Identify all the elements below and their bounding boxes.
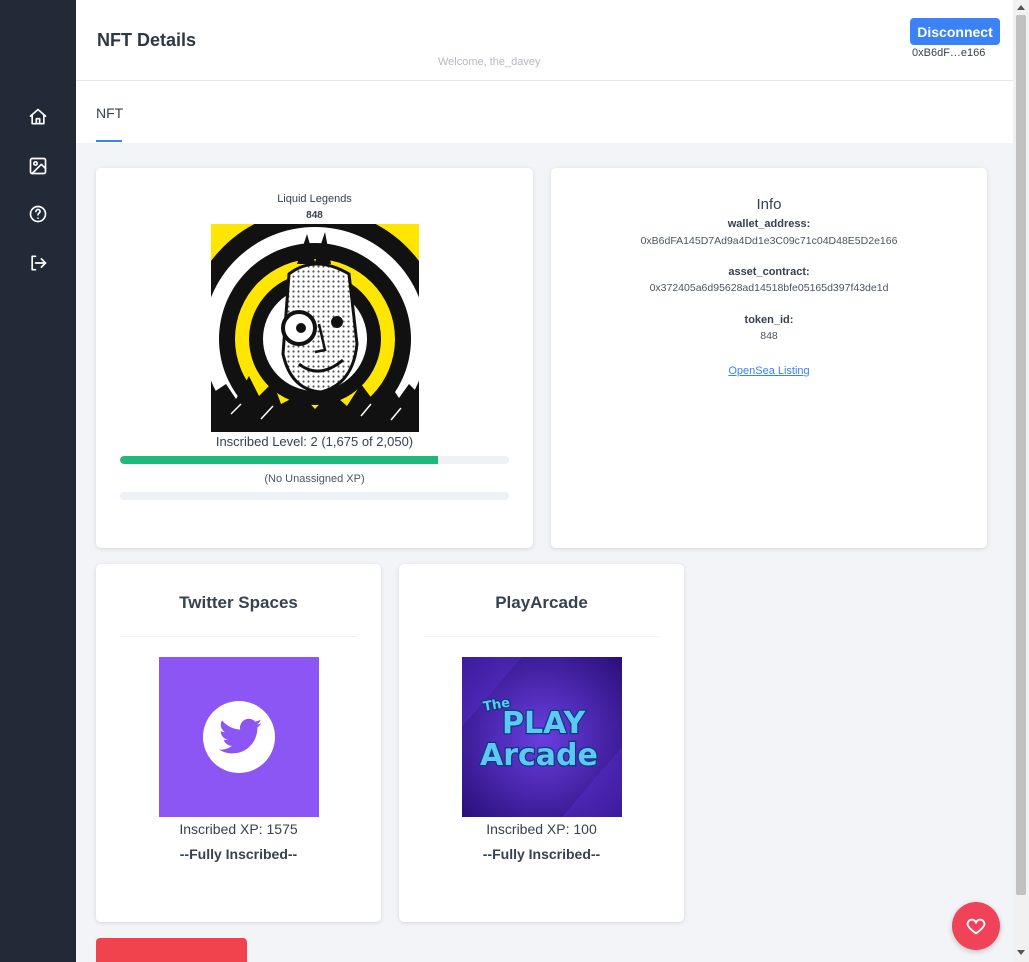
wallet-address-short: 0xB6dF…e166 [912,47,986,59]
token-id-value: 848 [760,330,778,342]
heart-icon [966,918,986,935]
logout-icon[interactable] [26,251,50,275]
divider [120,636,357,637]
activity-title: Twitter Spaces [179,593,298,612]
token-number: 848 [306,210,323,221]
inscribed-status: --Fully Inscribed-- [179,846,298,862]
asset-contract-value: 0x372405a6d95628ad14518bfe05165d397f43de… [649,282,889,294]
play-arcade-logo: The PLAY Arcade [462,657,622,817]
activity-card-twitter-spaces: Twitter Spaces Inscribed XP: 1575 --Full… [96,564,381,922]
inscribed-level-text: Inscribed Level: 2 (1,675 of 2,050) [215,434,414,449]
scroll-thumb[interactable] [1016,15,1026,895]
activity-card-playarcade: PlayArcade The PLAY Arcade Inscribed XP:… [399,564,684,922]
disconnect-button[interactable]: Disconnect [910,18,1000,45]
image-icon[interactable] [26,154,50,178]
wallet-address-value: 0xB6dFA145D7Ad9a4Dd1e3C09c71c04D48E5D2e1… [640,235,898,247]
info-card: Info wallet_address: 0xB6dFA145D7Ad9a4Dd… [551,168,987,548]
svg-text:Arcade: Arcade [480,738,598,773]
nft-image [211,224,419,432]
active-tab-indicator [96,140,122,142]
svg-text:PLAY: PLAY [502,706,586,741]
info-title: Info [756,196,782,213]
unstake-button[interactable] [96,938,247,962]
scroll-up-arrow[interactable] [1017,5,1025,10]
scroll-down-arrow[interactable] [1017,950,1025,955]
activity-title: PlayArcade [495,593,588,612]
tab-bar: NFT [76,81,1013,143]
welcome-text: Welcome, the_davey [438,56,541,68]
unassigned-xp-text: (No Unassigned XP) [264,473,365,485]
inscribed-status: --Fully Inscribed-- [482,846,601,862]
unassigned-xp-bar [120,492,509,500]
inscribed-xp-text: Inscribed XP: 1575 [179,821,298,837]
inscribed-xp-text: Inscribed XP: 100 [486,821,597,837]
wallet-address-label: wallet_address: [727,218,811,230]
tab-nft[interactable]: NFT [96,105,123,121]
favorite-button[interactable] [952,902,1000,950]
twitter-spaces-image [159,657,319,817]
sidebar [0,0,76,962]
level-progress-fill [120,456,438,464]
opensea-listing-link[interactable]: OpenSea Listing [728,365,809,377]
asset-contract-label: asset_contract: [728,266,810,278]
token-id-label: token_id: [744,314,794,326]
scrollbar[interactable] [1013,0,1029,962]
nft-card: Liquid Legends 848 Inscribed Level: 2 (1… [96,168,533,548]
page-title: NFT Details [97,30,197,50]
help-icon[interactable] [26,202,50,226]
collection-name: Liquid Legends [277,193,352,205]
header: NFT Details Welcome, the_davey Disconnec… [76,0,1013,81]
divider [423,636,660,637]
level-progress-bar [120,456,509,464]
home-icon[interactable] [26,105,50,129]
